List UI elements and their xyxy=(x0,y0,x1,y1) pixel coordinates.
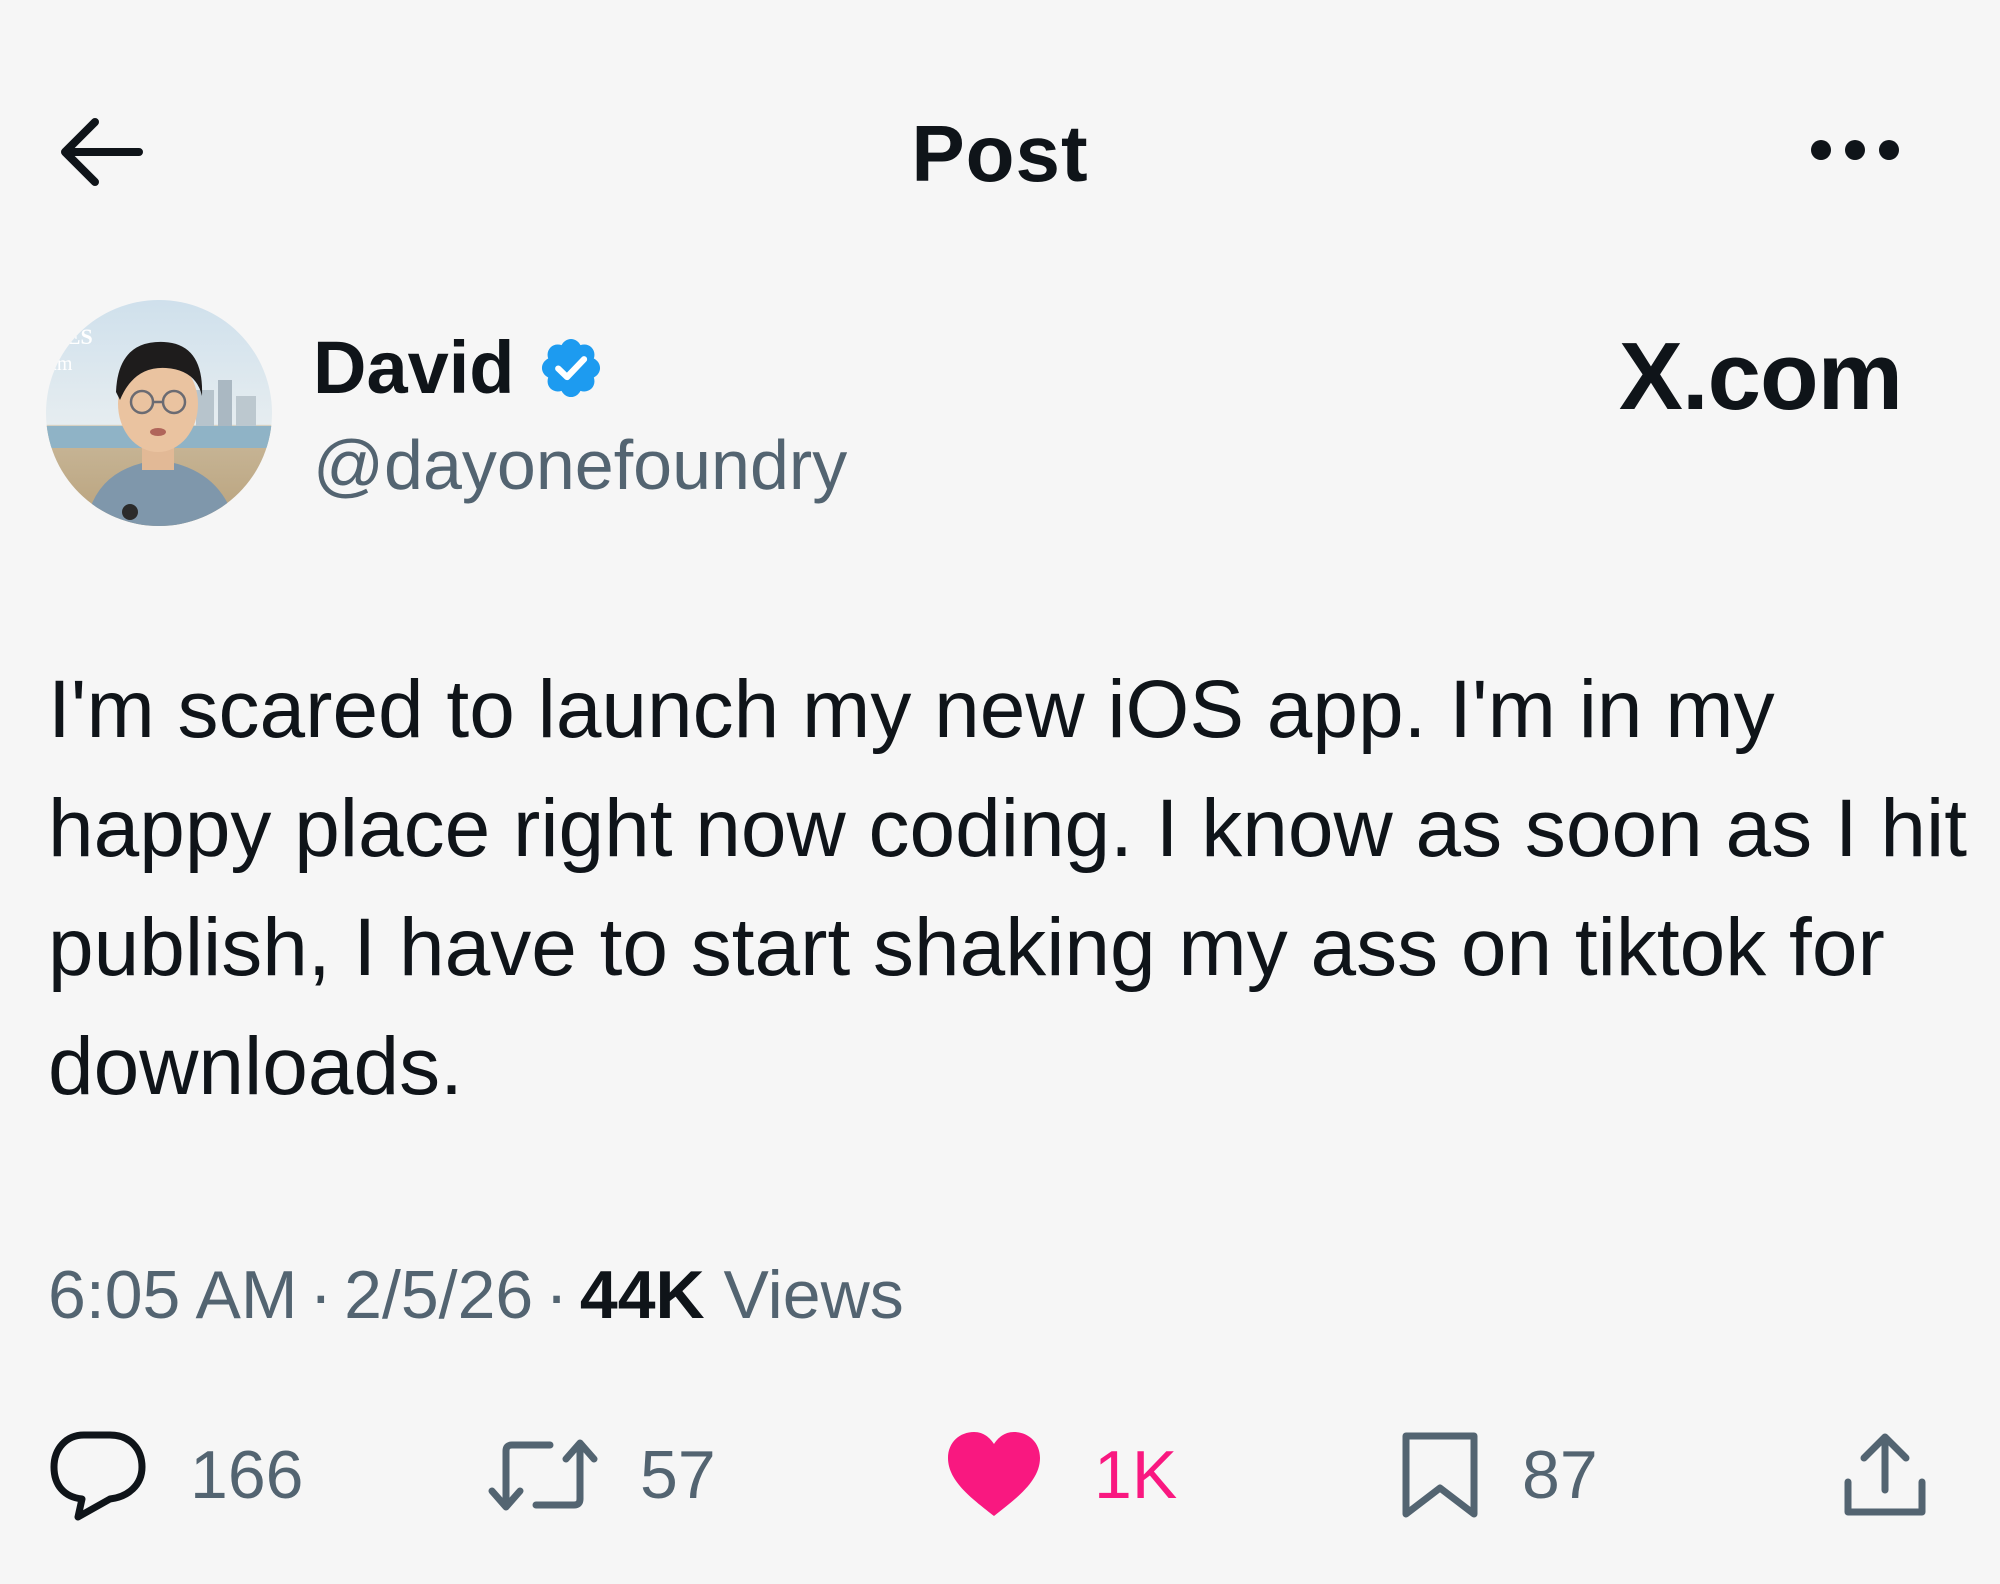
page-title: Post xyxy=(911,109,1089,198)
avatar-sign-text-2: am xyxy=(48,353,73,375)
repost-button[interactable]: 57 xyxy=(488,1420,716,1530)
author-handle[interactable]: @dayonefoundry xyxy=(313,420,847,510)
bookmark-button[interactable]: 87 xyxy=(1400,1420,1598,1530)
x-logo: X.com xyxy=(1618,323,1903,430)
heart-filled-icon xyxy=(948,1432,1040,1516)
reply-icon xyxy=(50,1431,146,1521)
profile-photo: CES am xyxy=(46,300,272,526)
meta-separator: · xyxy=(545,1257,568,1333)
like-count: 1K xyxy=(1094,1437,1178,1513)
author-name[interactable]: David xyxy=(313,318,515,418)
more-options-button[interactable] xyxy=(1800,120,1910,180)
reply-count: 166 xyxy=(190,1437,304,1513)
meta-separator: · xyxy=(309,1257,333,1333)
avatar[interactable]: CES am xyxy=(46,300,272,526)
post-date[interactable]: 2/5/26 xyxy=(344,1257,533,1333)
share-icon xyxy=(1844,1433,1926,1516)
avatar-sign-text-1: CES xyxy=(50,324,93,349)
like-button[interactable]: 1K xyxy=(944,1420,1177,1530)
views-label: Views xyxy=(723,1257,904,1333)
author-name-row: David xyxy=(313,318,605,418)
repost-count: 57 xyxy=(640,1437,716,1513)
post-meta: 6:05 AM · 2/5/26 · 44K Views xyxy=(48,1250,904,1340)
more-horizontal-icon xyxy=(1811,140,1899,160)
reply-button[interactable]: 166 xyxy=(48,1420,303,1530)
share-button[interactable] xyxy=(1840,1420,1930,1530)
bookmark-count: 87 xyxy=(1522,1437,1598,1513)
verified-badge-icon xyxy=(537,334,605,402)
bookmark-icon xyxy=(1402,1432,1478,1518)
post-text: I'm scared to launch my new iOS app. I'm… xyxy=(48,664,1968,1112)
post-time[interactable]: 6:05 AM xyxy=(48,1257,298,1333)
action-bar: 166 57 1K 87 xyxy=(0,1420,2000,1530)
views-count: 44K xyxy=(579,1257,705,1333)
repost-icon xyxy=(488,1439,598,1511)
